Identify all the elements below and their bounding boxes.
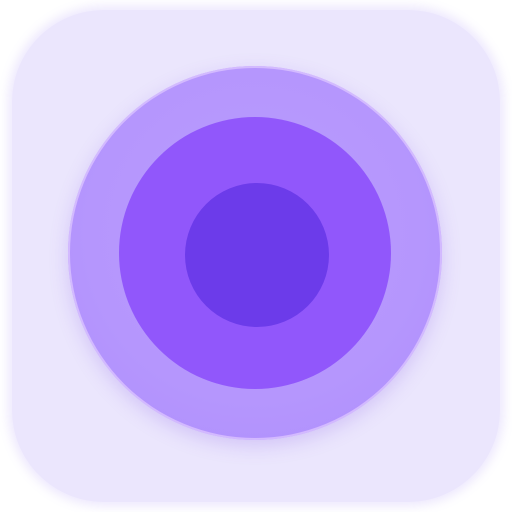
- inner-circle: [185, 183, 329, 327]
- app-icon-canvas: [0, 0, 512, 512]
